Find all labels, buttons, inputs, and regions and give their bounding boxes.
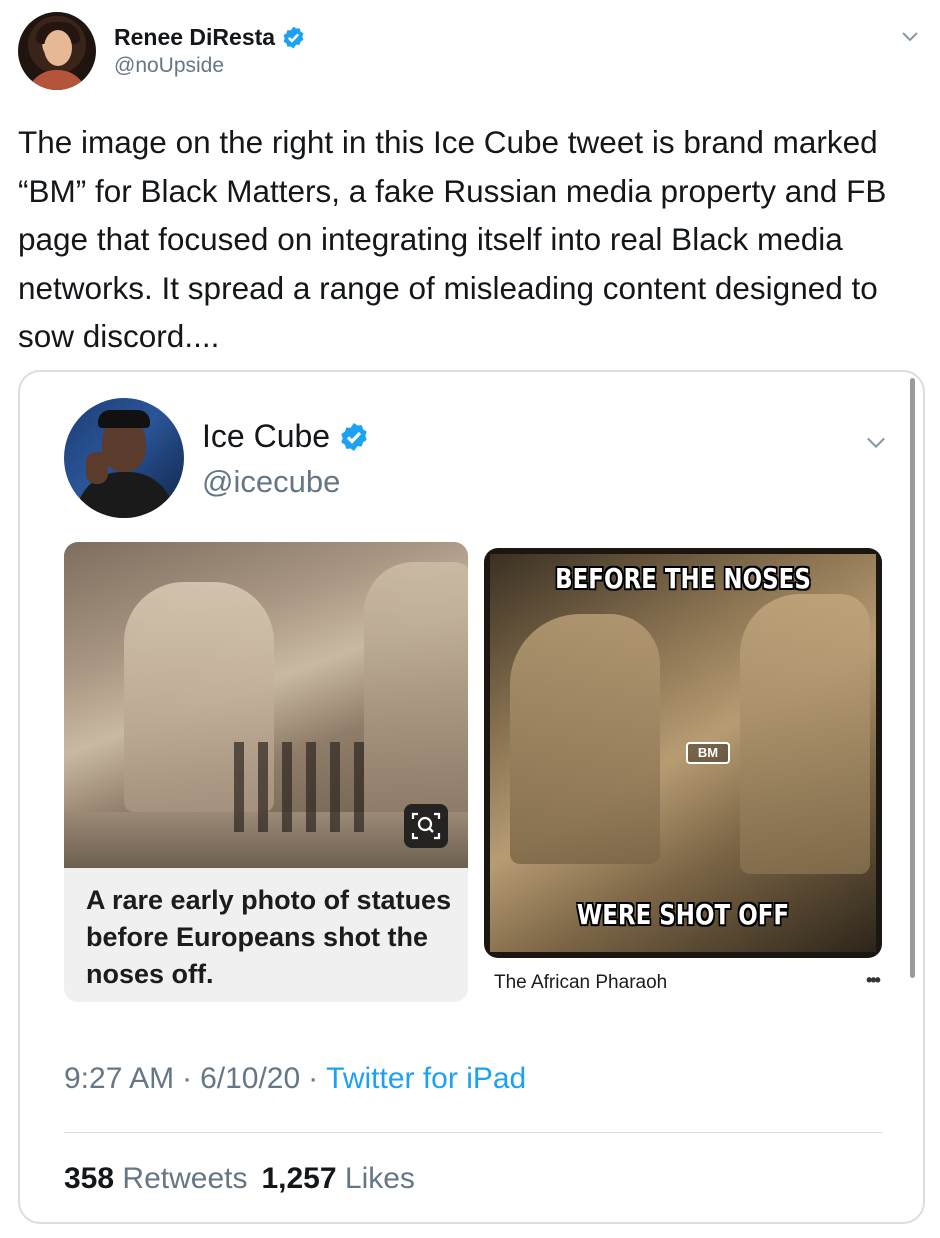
chevron-down-icon[interactable] — [862, 428, 890, 456]
more-options-icon[interactable]: ••• — [866, 970, 881, 991]
chevron-down-icon[interactable] — [898, 24, 922, 48]
separator: · — [308, 1062, 319, 1095]
source-app-link[interactable]: Twitter for iPad — [326, 1062, 526, 1096]
quoted-avatar[interactable] — [64, 398, 184, 518]
divider — [64, 1132, 882, 1133]
retweets-stat[interactable]: 358 Retweets — [64, 1162, 247, 1196]
source-label[interactable]: The African Pharaoh — [494, 972, 667, 994]
likes-count: 1,257 — [261, 1162, 337, 1195]
tweet-text: The image on the right in this Ice Cube … — [18, 124, 887, 354]
quoted-name-row: Ice Cube — [202, 418, 370, 455]
meme-photo[interactable]: BM — [490, 554, 876, 952]
quoted-tweet-card[interactable]: Ice Cube @icecube A rare early photo of … — [18, 370, 925, 1224]
scrollbar[interactable] — [910, 378, 915, 978]
verified-badge-icon — [283, 26, 304, 49]
meme-top-text: BEFORE THE NOSES — [555, 562, 811, 595]
verified-badge-icon — [341, 422, 367, 451]
quoted-author-handle[interactable]: @icecube — [202, 464, 340, 500]
tweet-time[interactable]: 9:27 AM — [64, 1062, 174, 1096]
outer-tweet-header: Renee DiResta @noUpside — [18, 12, 922, 92]
tweet-date[interactable]: 6/10/20 — [200, 1062, 300, 1096]
lens-search-icon[interactable] — [404, 804, 448, 848]
retweets-label: Retweets — [122, 1162, 248, 1195]
media-right[interactable]: BM BEFORE THE NOSES WERE SHOT OFF — [484, 548, 882, 958]
avatar[interactable] — [18, 12, 96, 90]
likes-stat[interactable]: 1,257 Likes — [261, 1162, 414, 1196]
retweets-count: 358 — [64, 1162, 115, 1195]
author-name[interactable]: Renee DiResta — [114, 24, 275, 51]
media-left[interactable]: A rare early photo of statues before Eur… — [64, 542, 468, 1002]
separator: · — [182, 1062, 193, 1095]
tweet-timestamp: 9:27 AM · 6/10/20 · Twitter for iPad — [64, 1062, 526, 1096]
quoted-author-name[interactable]: Ice Cube — [202, 418, 330, 455]
bm-logo: BM — [686, 742, 730, 764]
author-handle[interactable]: @noUpside — [114, 54, 224, 78]
outer-name-row: Renee DiResta — [114, 24, 306, 51]
likes-label: Likes — [344, 1162, 415, 1195]
image-caption: A rare early photo of statues before Eur… — [86, 885, 452, 989]
tweet-stats: 358 Retweets 1,257 Likes — [64, 1162, 415, 1196]
meme-bottom-text: WERE SHOT OFF — [576, 898, 790, 931]
